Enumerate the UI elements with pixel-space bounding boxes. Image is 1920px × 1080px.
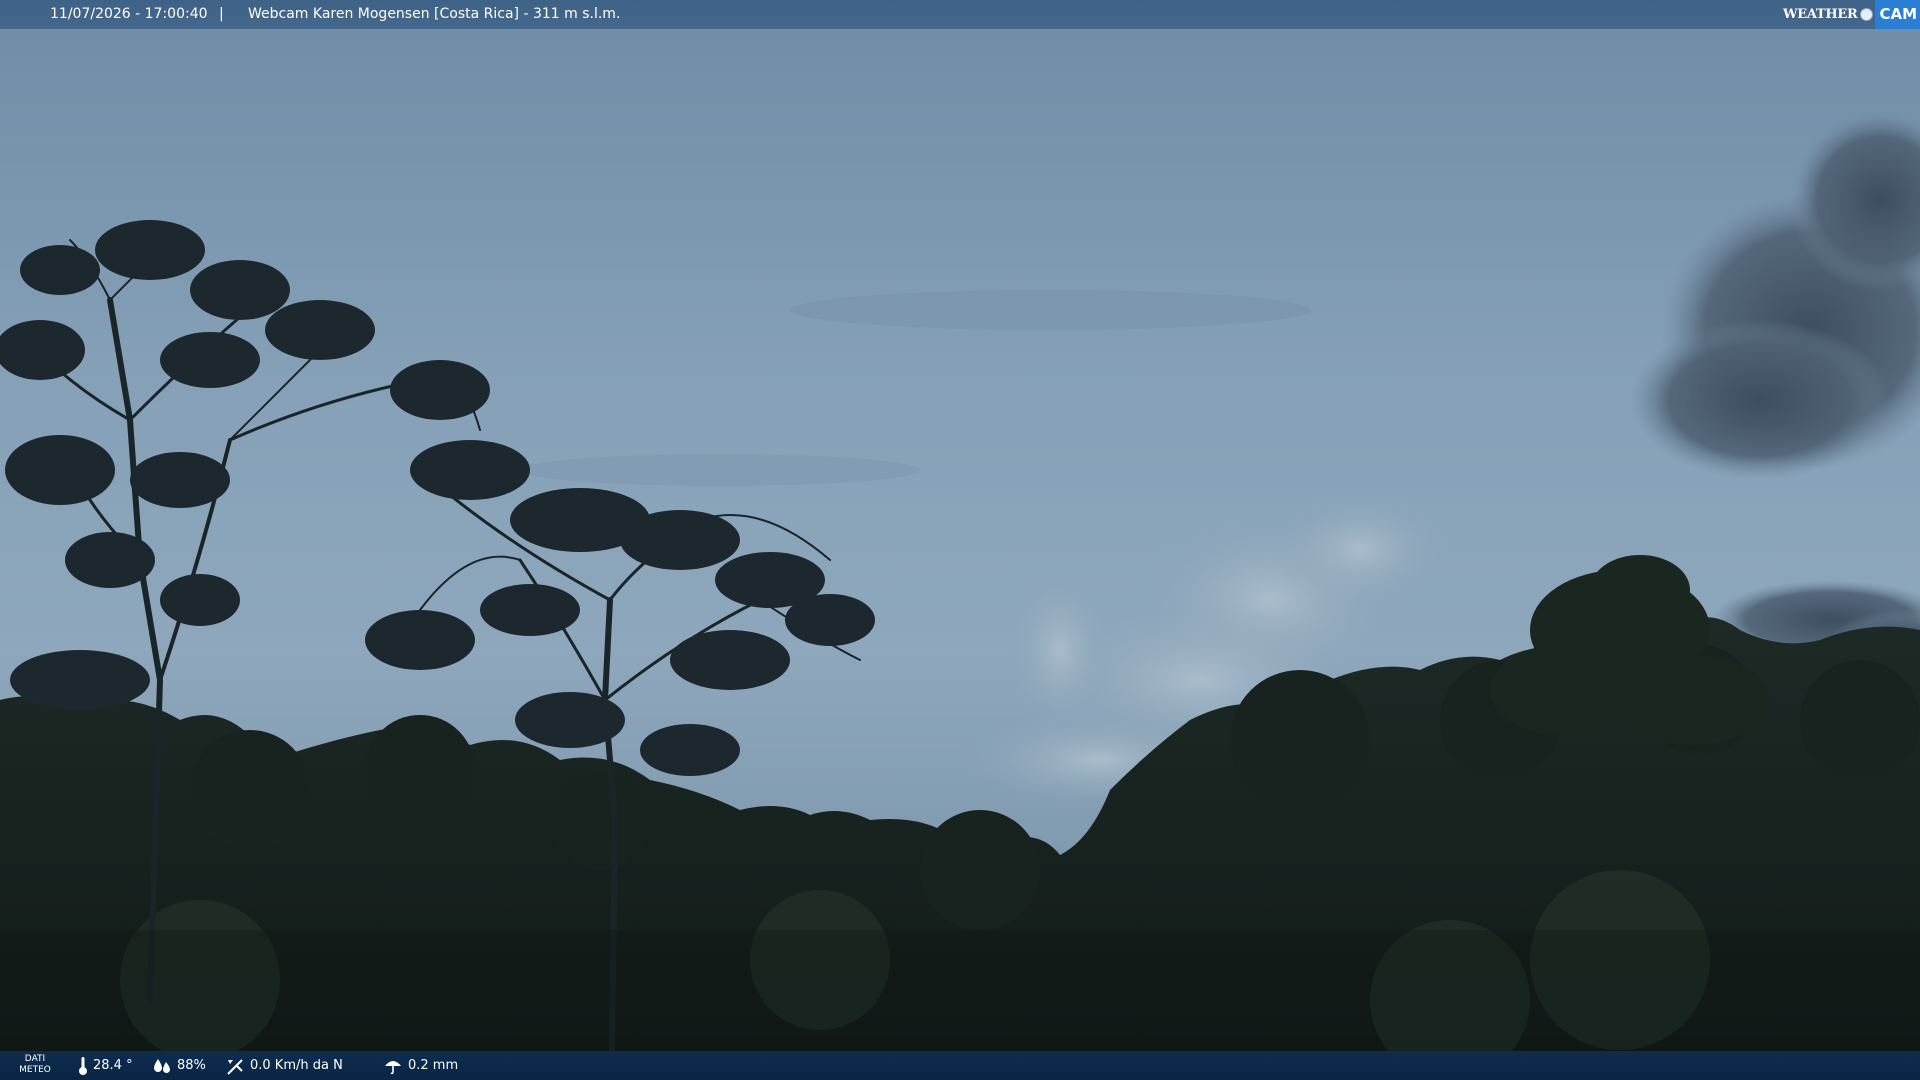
logo-dot-icon xyxy=(1860,8,1874,21)
humidity-value: 88% xyxy=(177,1058,206,1073)
weathercam-logo[interactable]: Weather CAM xyxy=(1783,0,1920,29)
wind-reading: 0.0 Km/h da N xyxy=(225,1051,343,1080)
logo-cam: CAM xyxy=(1875,0,1920,29)
top-info-bar: 11/07/2026 - 17:00:40 | Webcam Karen Mog… xyxy=(0,0,1920,29)
rain-value: 0.2 mm xyxy=(408,1058,459,1073)
weather-data-bar: DATI METEO 28.4 ° 88% 0.0 Km/h da N 0.2 … xyxy=(0,1051,1920,1080)
temperature-reading: 28.4 ° xyxy=(78,1051,133,1080)
timestamp: 11/07/2026 - 17:00:40 xyxy=(50,6,208,22)
humidity-drops-icon xyxy=(154,1058,170,1073)
umbrella-icon xyxy=(385,1060,401,1074)
weather-data-label: DATI METEO xyxy=(19,1054,51,1075)
rain-reading: 0.2 mm xyxy=(383,1051,458,1080)
wind-vane-icon xyxy=(227,1058,243,1075)
temperature-value: 28.4 ° xyxy=(93,1058,133,1073)
wind-value: 0.0 Km/h da N xyxy=(250,1058,343,1073)
logo-word: Weather xyxy=(1783,7,1858,22)
webcam-title: Webcam Karen Mogensen [Costa Rica] - 311… xyxy=(248,6,621,22)
humidity-reading: 88% xyxy=(152,1051,206,1080)
thermometer-icon xyxy=(79,1056,87,1075)
webcam-image xyxy=(0,0,1920,1080)
separator: | xyxy=(219,6,224,22)
